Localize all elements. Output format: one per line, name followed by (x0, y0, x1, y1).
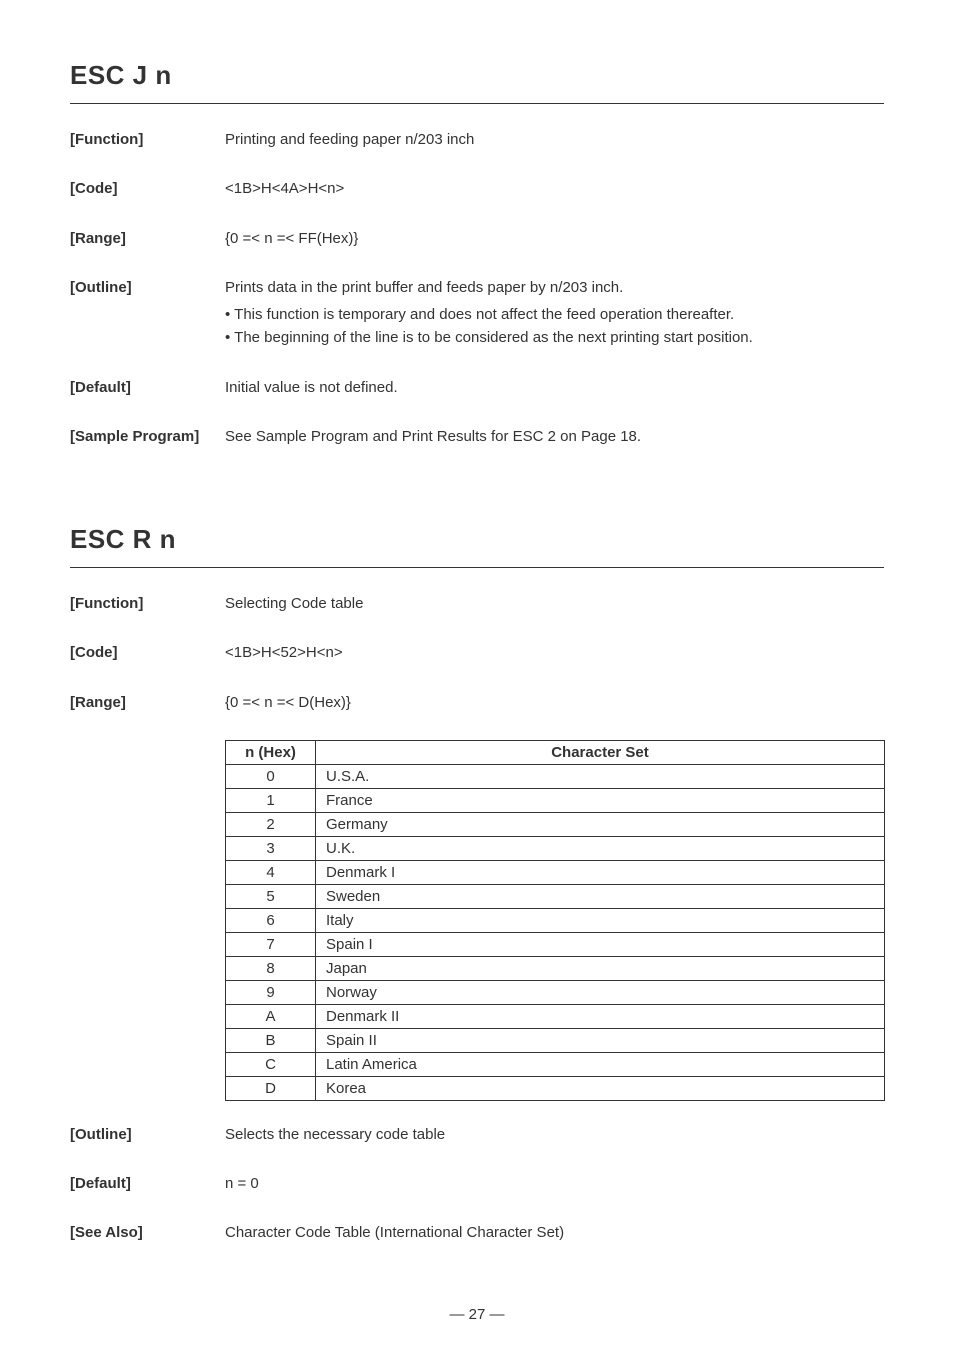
cell-charset: U.K. (316, 836, 885, 860)
cell-charset: France (316, 788, 885, 812)
label-default: [Default] (70, 1172, 225, 1195)
table-row: BSpain II (226, 1028, 885, 1052)
table-row: 2Germany (226, 812, 885, 836)
table-row: ADenmark II (226, 1004, 885, 1028)
cell-charset: Denmark I (316, 860, 885, 884)
cell-nhex: 2 (226, 812, 316, 836)
cell-charset: Italy (316, 908, 885, 932)
value-default: n = 0 (225, 1172, 884, 1195)
row-range: [Range] {0 =< n =< FF(Hex)} (70, 227, 884, 250)
cell-nhex: 8 (226, 956, 316, 980)
row-code: [Code] <1B>H<4A>H<n> (70, 177, 884, 200)
row-sample-program: [Sample Program] See Sample Program and … (70, 425, 884, 448)
cell-charset: Japan (316, 956, 885, 980)
table-row: 8Japan (226, 956, 885, 980)
th-nhex: n (Hex) (226, 740, 316, 764)
table-row: DKorea (226, 1076, 885, 1100)
label-code: [Code] (70, 641, 225, 664)
table-row: 7Spain I (226, 932, 885, 956)
table-row: 4Denmark I (226, 860, 885, 884)
value-code: <1B>H<52>H<n> (225, 641, 884, 664)
th-charset: Character Set (316, 740, 885, 764)
cell-nhex: 5 (226, 884, 316, 908)
label-function: [Function] (70, 128, 225, 151)
cell-nhex: 7 (226, 932, 316, 956)
cell-charset: Denmark II (316, 1004, 885, 1028)
label-range: [Range] (70, 227, 225, 250)
table-row: 5Sweden (226, 884, 885, 908)
section-title-esc-r: ESC R n (70, 524, 884, 555)
cell-charset: Sweden (316, 884, 885, 908)
cell-charset: Korea (316, 1076, 885, 1100)
table-row: 0U.S.A. (226, 764, 885, 788)
label-default: [Default] (70, 376, 225, 399)
outline-text: Prints data in the print buffer and feed… (225, 279, 623, 296)
section-title-esc-j: ESC J n (70, 60, 884, 91)
table-row: 1France (226, 788, 885, 812)
outline-bullet: This function is temporary and does not … (225, 303, 884, 326)
value-code: <1B>H<4A>H<n> (225, 177, 884, 200)
row-outline: [Outline] Selects the necessary code tab… (70, 1123, 884, 1146)
value-default: Initial value is not defined. (225, 376, 884, 399)
row-range: [Range] {0 =< n =< D(Hex)} (70, 691, 884, 714)
cell-nhex: A (226, 1004, 316, 1028)
cell-nhex: 3 (226, 836, 316, 860)
row-see-also: [See Also] Character Code Table (Interna… (70, 1221, 884, 1244)
row-function: [Function] Printing and feeding paper n/… (70, 128, 884, 151)
row-outline: [Outline] Prints data in the print buffe… (70, 276, 884, 350)
cell-charset: Germany (316, 812, 885, 836)
page-number: — 27 — (0, 1306, 954, 1323)
cell-charset: U.S.A. (316, 764, 885, 788)
cell-nhex: D (226, 1076, 316, 1100)
table-row: 6Italy (226, 908, 885, 932)
cell-nhex: 0 (226, 764, 316, 788)
label-see-also: [See Also] (70, 1221, 225, 1244)
value-function: Selecting Code table (225, 592, 884, 615)
table-row: 3U.K. (226, 836, 885, 860)
cell-nhex: 4 (226, 860, 316, 884)
value-outline: Prints data in the print buffer and feed… (225, 276, 884, 350)
outline-bullet: The beginning of the line is to be consi… (225, 326, 884, 349)
label-range: [Range] (70, 691, 225, 714)
row-default: [Default] Initial value is not defined. (70, 376, 884, 399)
label-function: [Function] (70, 592, 225, 615)
row-default: [Default] n = 0 (70, 1172, 884, 1195)
divider (70, 103, 884, 104)
label-sample-program: [Sample Program] (70, 425, 225, 448)
value-range: {0 =< n =< D(Hex)} (225, 691, 884, 714)
value-see-also: Character Code Table (International Char… (225, 1221, 884, 1244)
table-row: 9Norway (226, 980, 885, 1004)
cell-charset: Spain I (316, 932, 885, 956)
cell-nhex: 1 (226, 788, 316, 812)
value-function: Printing and feeding paper n/203 inch (225, 128, 884, 151)
divider (70, 567, 884, 568)
cell-charset: Spain II (316, 1028, 885, 1052)
charset-table: n (Hex) Character Set 0U.S.A.1France2Ger… (225, 740, 885, 1101)
cell-charset: Latin America (316, 1052, 885, 1076)
label-outline: [Outline] (70, 1123, 225, 1146)
row-code: [Code] <1B>H<52>H<n> (70, 641, 884, 664)
value-range: {0 =< n =< FF(Hex)} (225, 227, 884, 250)
value-sample-program: See Sample Program and Print Results for… (225, 425, 884, 448)
cell-nhex: 9 (226, 980, 316, 1004)
row-function: [Function] Selecting Code table (70, 592, 884, 615)
label-code: [Code] (70, 177, 225, 200)
table-header-row: n (Hex) Character Set (226, 740, 885, 764)
table-row: CLatin America (226, 1052, 885, 1076)
cell-charset: Norway (316, 980, 885, 1004)
cell-nhex: C (226, 1052, 316, 1076)
value-outline: Selects the necessary code table (225, 1123, 884, 1146)
cell-nhex: 6 (226, 908, 316, 932)
cell-nhex: B (226, 1028, 316, 1052)
label-outline: [Outline] (70, 276, 225, 350)
